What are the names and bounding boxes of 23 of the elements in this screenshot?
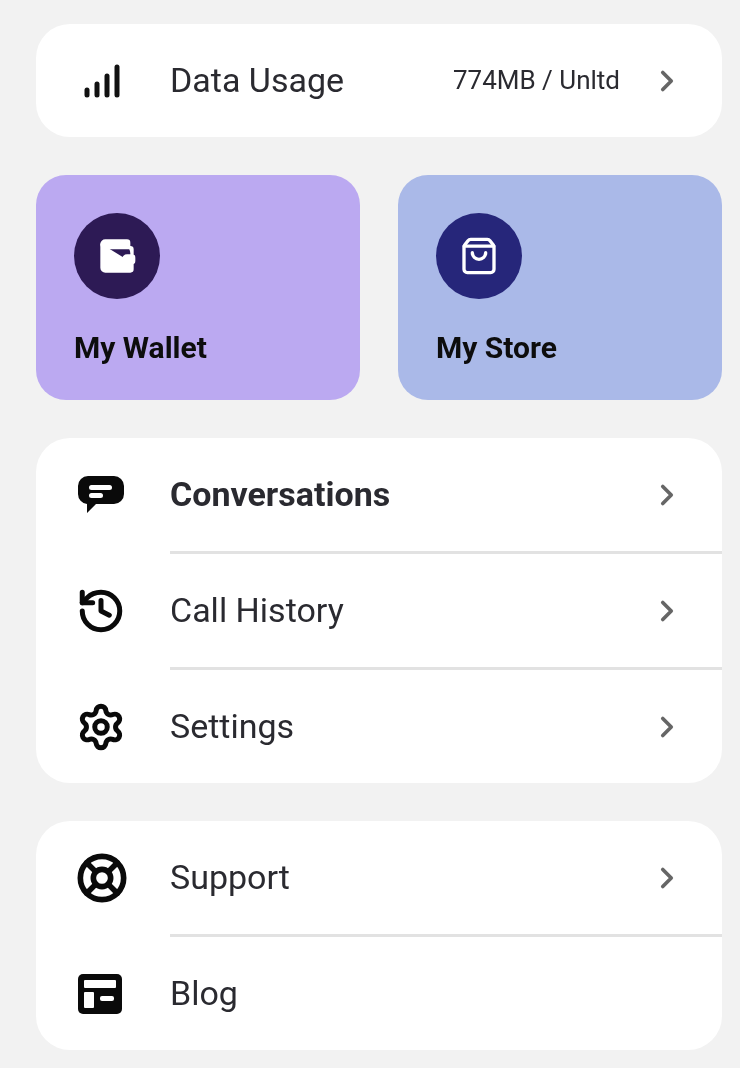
chat-bubble-icon: [76, 473, 126, 516]
menu-item-label: Blog: [170, 972, 239, 1015]
tile-label: My Wallet: [74, 329, 208, 367]
data-usage-label: Data Usage: [170, 59, 346, 102]
layout-icon: [76, 971, 124, 1016]
menu-item[interactable]: Settings: [36, 670, 722, 783]
shopping-bag-icon: [459, 236, 499, 276]
menu-item[interactable]: Call History: [36, 554, 722, 667]
menu-item-label: Conversations: [170, 473, 392, 516]
data-usage-value: 774MB / Unltd: [452, 64, 620, 97]
data-usage-card[interactable]: Data Usage 774MB / Unltd: [36, 24, 722, 137]
tile-label: My Store: [436, 329, 558, 367]
menu-item[interactable]: Blog: [36, 937, 722, 1050]
menu-item[interactable]: Support: [36, 821, 722, 934]
menu-item-label: Settings: [170, 705, 296, 748]
signal-icon: [84, 63, 120, 98]
menu-item[interactable]: Conversations: [36, 438, 722, 551]
wallet-icon: [97, 236, 137, 276]
shortcut-tile[interactable]: My Store: [398, 175, 722, 400]
lifebuoy-icon: [76, 851, 128, 904]
menu-item-label: Support: [170, 856, 291, 899]
menu-item-label: Call History: [170, 589, 345, 632]
shortcut-tile[interactable]: My Wallet: [36, 175, 360, 400]
